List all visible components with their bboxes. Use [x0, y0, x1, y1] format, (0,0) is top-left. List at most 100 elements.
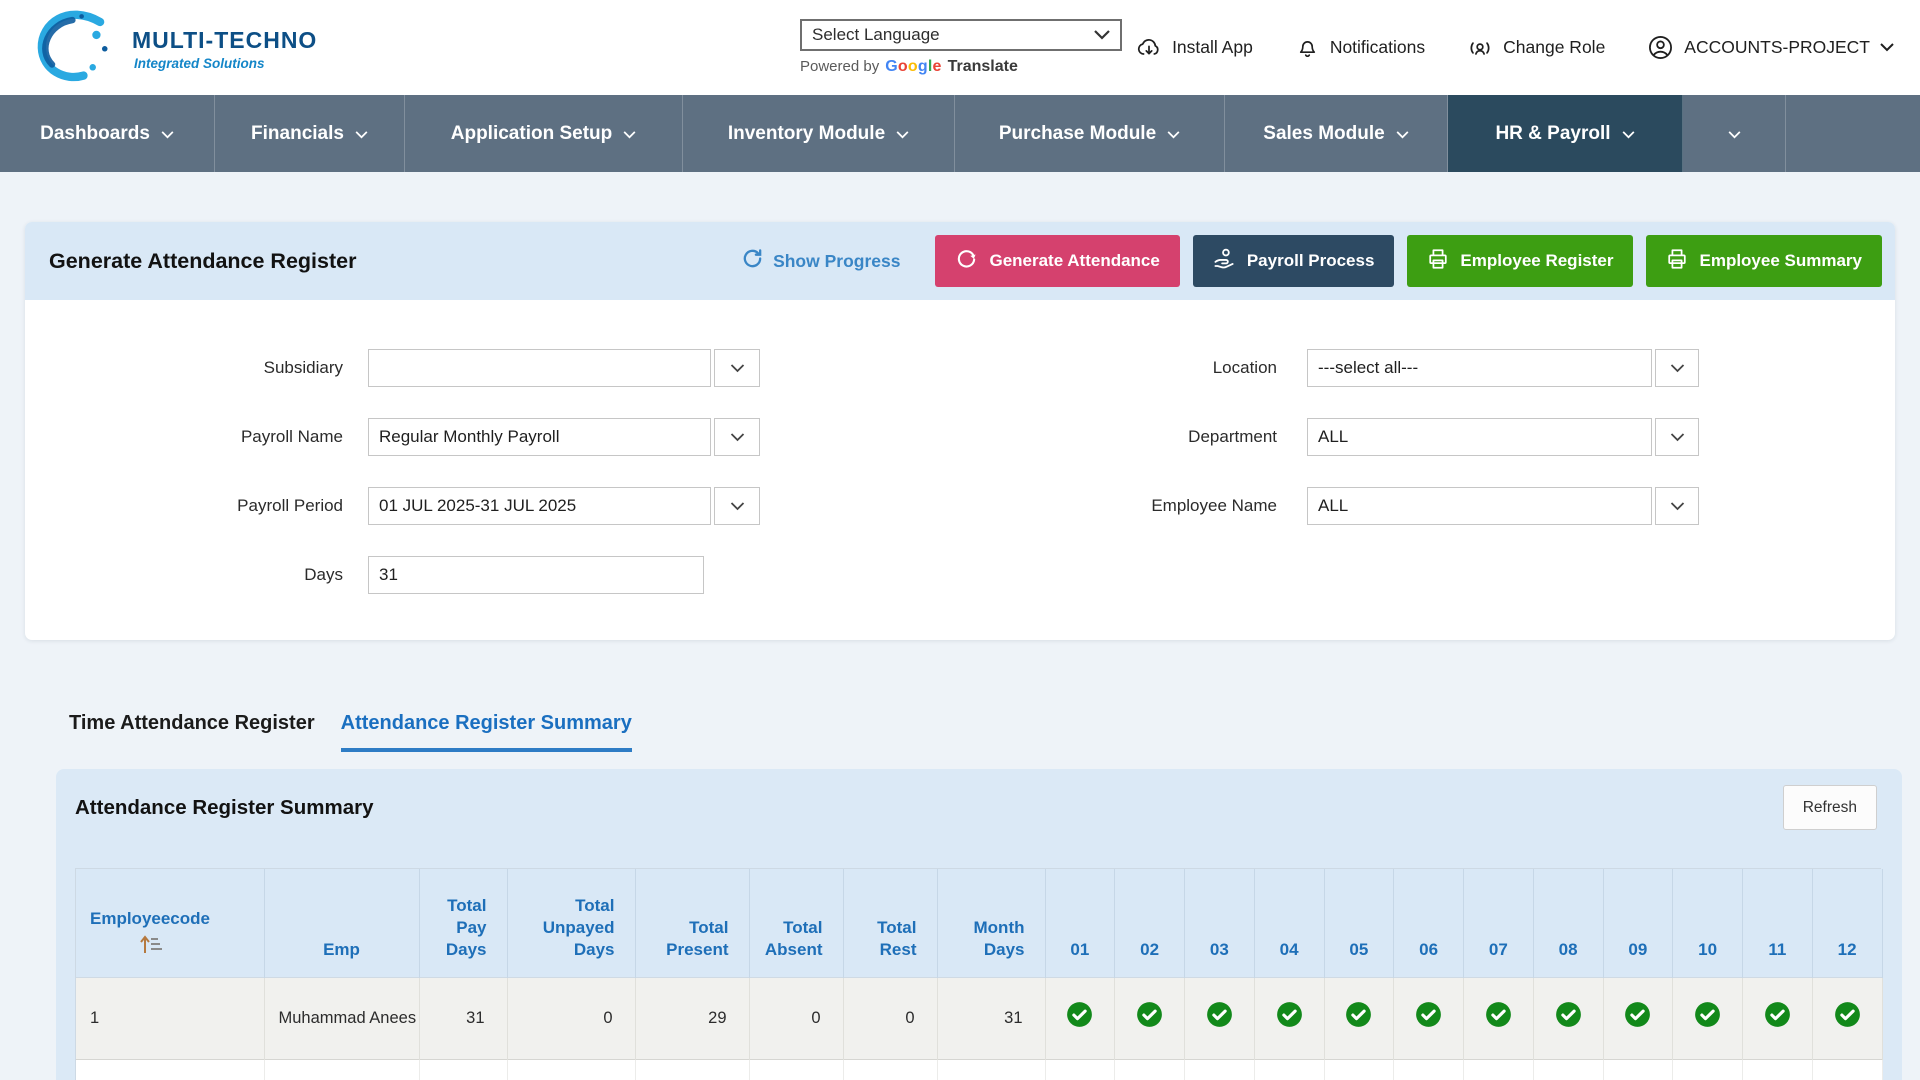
column-header-day-12: 12 [1812, 869, 1882, 977]
refresh-button[interactable]: Refresh [1783, 785, 1877, 830]
day-status-cell [1394, 977, 1464, 1059]
account-menu[interactable]: ACCOUNTS-PROJECT [1647, 34, 1894, 61]
language-select-value: Select Language [812, 25, 940, 45]
employee-register-button[interactable]: Employee Register [1407, 235, 1633, 287]
day-status-cell [1603, 977, 1673, 1059]
column-header-month-days: Month Days [937, 869, 1045, 977]
payroll-name-select[interactable]: Regular Monthly Payroll [368, 418, 711, 456]
show-progress-link[interactable]: Show Progress [741, 247, 900, 275]
payroll-period-select-chevron-button[interactable] [714, 487, 760, 525]
payroll-name-label: Payroll Name [25, 427, 343, 447]
nav-item-dashboards[interactable]: Dashboards [0, 95, 215, 172]
subsidiary-select-chevron-button[interactable] [714, 349, 760, 387]
column-header-day-08: 08 [1533, 869, 1603, 977]
present-check-icon [1415, 1001, 1442, 1036]
account-label: ACCOUNTS-PROJECT [1684, 37, 1870, 58]
chevron-down-icon [1094, 25, 1110, 45]
day-status-cell [1812, 977, 1882, 1059]
day-status-cell [1673, 977, 1743, 1059]
generate-attendance-form: Subsidiary Payroll Name Regular Monthly … [25, 300, 1895, 640]
day-status-cell [1324, 977, 1394, 1059]
nav-item-sales-module[interactable]: Sales Module [1225, 95, 1448, 172]
total-unpayed-days-cell: 0 [507, 977, 635, 1059]
payroll-process-button[interactable]: Payroll Process [1193, 235, 1395, 287]
days-input[interactable] [368, 556, 704, 594]
column-header-day-10: 10 [1673, 869, 1743, 977]
employee-summary-button[interactable]: Employee Summary [1646, 235, 1882, 287]
change-role-button[interactable]: Change Role [1467, 35, 1605, 61]
present-check-icon [1345, 1001, 1372, 1036]
refresh-circular-icon [741, 247, 764, 275]
install-app-button[interactable]: Install App [1136, 35, 1253, 61]
logo-splash-icon [35, 9, 119, 88]
subsidiary-field-row: Subsidiary [25, 349, 760, 387]
emp-name-cell: Muhammad Anees [264, 977, 419, 1059]
days-label: Days [25, 565, 343, 585]
month-days-cell: 31 [937, 977, 1045, 1059]
employee-name-label: Employee Name [1025, 496, 1277, 516]
present-check-icon [1276, 1001, 1303, 1036]
department-select-chevron-button[interactable] [1655, 418, 1699, 456]
nav-item-hr-payroll[interactable]: HR & Payroll [1448, 95, 1683, 172]
subsidiary-select[interactable] [368, 349, 711, 387]
column-header-day-09: 09 [1603, 869, 1673, 977]
nav-item-more[interactable] [1683, 95, 1786, 172]
generate-attendance-button[interactable]: Generate Attendance [935, 235, 1179, 287]
register-tabs: Time Attendance Register Attendance Regi… [69, 712, 632, 752]
nav-item-purchase-module[interactable]: Purchase Module [955, 95, 1225, 172]
day-status-cell [1743, 977, 1813, 1059]
attendance-summary-panel-header: Attendance Register Summary Refresh [56, 769, 1902, 830]
day-status-cell [1185, 977, 1255, 1059]
header-actions: Install App Notifications [1136, 0, 1894, 95]
language-select[interactable]: Select Language [800, 19, 1122, 51]
tab-attendance-register-summary[interactable]: Attendance Register Summary [341, 712, 632, 752]
department-field-row: Department ALL [1025, 418, 1699, 456]
google-translate-widget: Select Language Powered by Google Transl… [800, 19, 1122, 76]
printer-icon [1427, 248, 1449, 275]
bell-icon [1295, 35, 1320, 60]
column-header-day-06: 06 [1394, 869, 1464, 977]
employee-name-select[interactable]: ALL [1307, 487, 1652, 525]
department-select[interactable]: ALL [1307, 418, 1652, 456]
notifications-button[interactable]: Notifications [1295, 35, 1425, 60]
powered-by-google-translate: Powered by Google Translate [800, 58, 1122, 76]
chevron-down-icon [1728, 123, 1741, 145]
google-wordmark: Google [885, 58, 941, 76]
payroll-period-select[interactable]: 01 JUL 2025-31 JUL 2025 [368, 487, 711, 525]
present-check-icon [1136, 1001, 1163, 1036]
nav-item-application-setup[interactable]: Application Setup [405, 95, 683, 172]
column-header-employeecode[interactable]: Employeecode [76, 869, 264, 977]
present-check-icon [1694, 1001, 1721, 1036]
day-status-cell [1533, 977, 1603, 1059]
location-select[interactable]: ---select all--- [1307, 349, 1652, 387]
column-header-total-present: Total Present [635, 869, 749, 977]
employee-name-select-chevron-button[interactable] [1655, 487, 1699, 525]
present-check-icon [1764, 1001, 1791, 1036]
page-title: Generate Attendance Register [49, 249, 356, 274]
location-field-row: Location ---select all--- [1025, 349, 1699, 387]
chevron-down-icon [896, 123, 909, 145]
powered-by-text: Powered by [800, 58, 879, 75]
table-header-row: Employeecode [76, 869, 1882, 977]
total-absent-cell: 0 [749, 977, 843, 1059]
location-select-chevron-button[interactable] [1655, 349, 1699, 387]
install-app-label: Install App [1172, 37, 1253, 58]
chevron-down-icon [1622, 123, 1635, 145]
tab-time-attendance-register[interactable]: Time Attendance Register [69, 712, 315, 752]
present-check-icon [1834, 1001, 1861, 1036]
column-header-total-rest: Total Rest [843, 869, 937, 977]
navbar-filler [1786, 95, 1920, 172]
notifications-label: Notifications [1330, 37, 1425, 58]
process-arrow-icon [955, 247, 978, 275]
payroll-name-select-chevron-button[interactable] [714, 418, 760, 456]
logo-subtitle: Integrated Solutions [134, 56, 317, 71]
cloud-download-icon [1136, 35, 1162, 61]
nav-item-financials[interactable]: Financials [215, 95, 405, 172]
column-header-day-03: 03 [1185, 869, 1255, 977]
column-header-total-pay-days: Total Pay Days [419, 869, 507, 977]
column-header-day-01: 01 [1045, 869, 1115, 977]
chevron-down-icon [1396, 123, 1409, 145]
nav-item-inventory-module[interactable]: Inventory Module [683, 95, 955, 172]
chevron-down-icon [623, 123, 636, 145]
sort-ascending-icon [137, 933, 163, 961]
